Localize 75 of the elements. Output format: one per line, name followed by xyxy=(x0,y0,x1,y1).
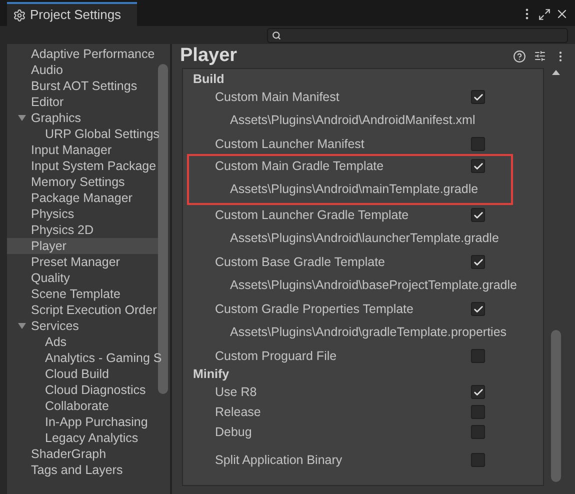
setting-label: Custom Gradle Properties Template xyxy=(215,300,414,318)
sidebar-item[interactable]: Cloud Diagnostics xyxy=(7,382,158,398)
sidebar-item[interactable]: Input Manager xyxy=(7,142,158,158)
sidebar-item[interactable]: Services xyxy=(7,318,158,334)
check-icon xyxy=(472,92,484,102)
sidebar-item[interactable]: ShaderGraph xyxy=(7,446,158,462)
search-icon xyxy=(272,30,281,40)
sidebar-item[interactable]: Scene Template xyxy=(7,286,158,302)
panel-title: Player xyxy=(180,44,238,68)
setting-label: Custom Proguard File xyxy=(215,348,338,365)
sidebar-item[interactable]: Audio xyxy=(7,62,158,78)
check-icon xyxy=(472,160,484,172)
section-heading: Build xyxy=(193,71,226,87)
expand-arrow-icon[interactable] xyxy=(18,323,26,329)
sidebar-item[interactable]: In-App Purchasing xyxy=(7,414,158,430)
sidebar-item[interactable]: Collaborate xyxy=(7,398,158,414)
sidebar-item[interactable]: Input System Package xyxy=(7,158,158,174)
settings-icon xyxy=(13,8,26,22)
checkbox[interactable] xyxy=(471,90,485,104)
sidebar-item[interactable]: Package Manager xyxy=(7,190,158,206)
section-heading: Minify xyxy=(193,366,230,382)
checkbox[interactable] xyxy=(471,405,485,419)
sidebar-item[interactable]: Cloud Build xyxy=(7,366,158,382)
sidebar-item[interactable]: Physics 2D xyxy=(7,222,158,238)
file-path: Assets\Plugins\Android\baseProjectTemplate.gradle xyxy=(230,277,517,294)
sidebar-item[interactable]: URP Global Settings xyxy=(7,126,158,142)
check-icon xyxy=(472,304,484,314)
sidebar-item[interactable]: Ads xyxy=(7,334,158,350)
scroll-up-icon[interactable] xyxy=(552,70,560,75)
checkbox[interactable] xyxy=(471,159,485,173)
setting-label: Split Application Binary xyxy=(215,452,344,469)
checkbox[interactable] xyxy=(471,425,485,439)
setting-label: Debug xyxy=(215,424,253,441)
setting-label: Custom Base Gradle Template xyxy=(215,254,386,271)
sidebar-item[interactable]: Tags and Layers xyxy=(7,462,158,478)
checkbox[interactable] xyxy=(471,349,485,363)
window-title: Project Settings xyxy=(30,6,122,24)
close-icon[interactable] xyxy=(555,7,569,21)
sidebar-item[interactable]: Memory Settings xyxy=(7,174,158,190)
help-icon[interactable] xyxy=(513,50,526,62)
setting-label: Custom Main Manifest xyxy=(215,88,340,106)
setting-label: Release xyxy=(215,404,262,421)
sidebar-item[interactable]: Player xyxy=(7,238,158,254)
setting-label: Custom Main Gradle Template xyxy=(215,158,385,175)
sidebar-item[interactable]: Physics xyxy=(7,206,158,222)
sidebar-item[interactable]: Editor xyxy=(7,94,158,110)
file-path: Assets\Plugins\Android\gradleTemplate.properties xyxy=(230,324,507,342)
sidebar-item[interactable]: Legacy Analytics xyxy=(7,430,158,446)
checkbox[interactable] xyxy=(471,208,485,222)
sidebar-item[interactable]: Preset Manager xyxy=(7,254,158,270)
checkbox[interactable] xyxy=(471,302,485,316)
window-tab[interactable]: Project Settings xyxy=(7,2,137,26)
sidebar-item[interactable]: Graphics xyxy=(7,110,158,126)
setting-label: Custom Launcher Gradle Template xyxy=(215,206,410,224)
scrollbar[interactable] xyxy=(551,330,561,482)
search-field[interactable] xyxy=(267,28,568,42)
check-icon xyxy=(472,210,484,220)
checkbox[interactable] xyxy=(471,385,485,399)
setting-label: Custom Launcher Manifest xyxy=(215,136,366,153)
sidebar-item[interactable]: Burst AOT Settings xyxy=(7,78,158,94)
sliders-icon[interactable] xyxy=(534,50,546,62)
check-icon xyxy=(472,256,484,268)
sidebar-item[interactable]: Script Execution Order xyxy=(7,302,158,318)
check-icon xyxy=(472,386,484,398)
maximize-icon[interactable] xyxy=(538,8,551,20)
checkbox[interactable] xyxy=(471,137,485,151)
setting-label: Use R8 xyxy=(215,384,258,401)
file-path: Assets\Plugins\Android\launcherTemplate.gradle xyxy=(230,230,499,248)
file-path: Assets\Plugins\Android\mainTemplate.gradle xyxy=(230,181,478,198)
checkbox[interactable] xyxy=(471,255,485,269)
file-path: Assets\Plugins\Android\AndroidManifest.xml xyxy=(230,112,476,130)
expand-arrow-icon[interactable] xyxy=(18,115,26,121)
sidebar-item[interactable]: Adaptive Performance xyxy=(7,46,158,62)
checkbox[interactable] xyxy=(471,453,485,467)
sidebar-item[interactable]: Quality xyxy=(7,270,158,286)
